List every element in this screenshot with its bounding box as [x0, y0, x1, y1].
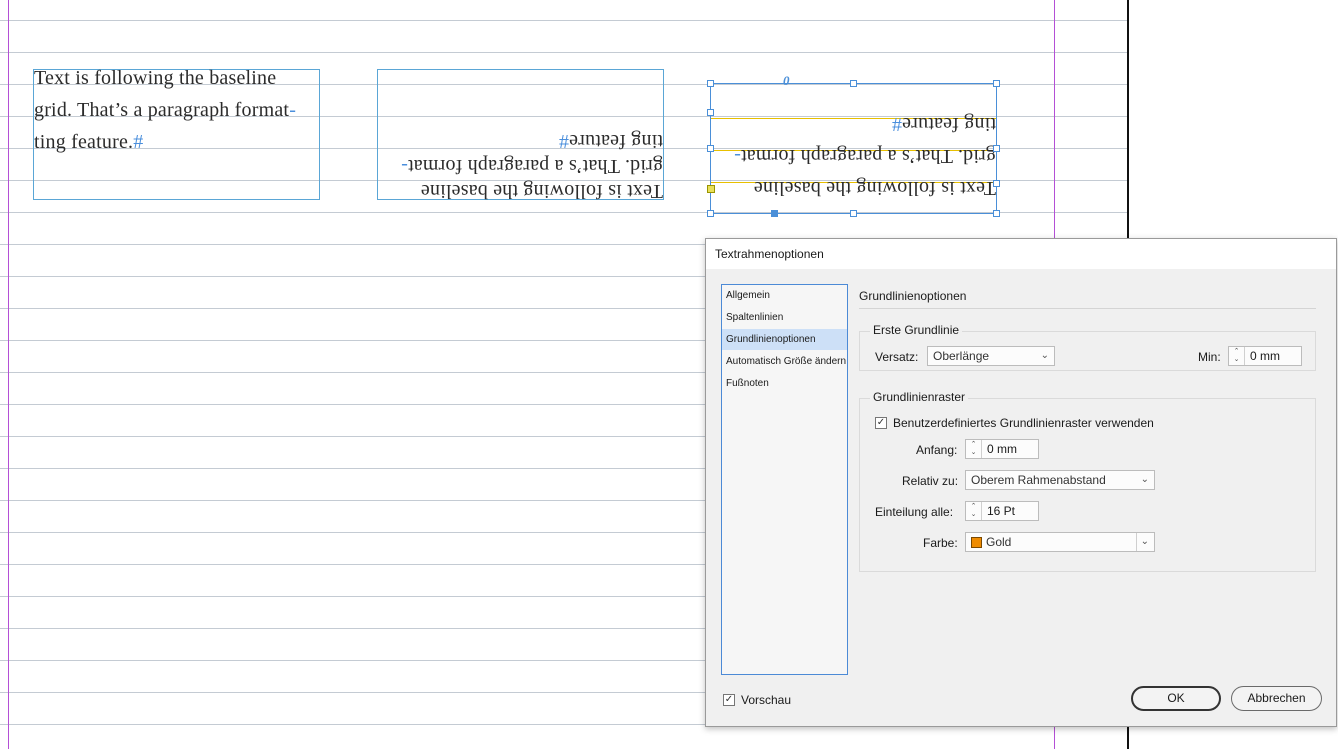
handle-bottom-right[interactable] — [993, 210, 1000, 217]
center-anchor-handle[interactable] — [771, 210, 778, 217]
handle-middle-right[interactable] — [993, 145, 1000, 152]
first-baseline-group-label: Erste Grundlinie — [870, 323, 963, 337]
frame-selected-line-3-text: ting feature — [901, 113, 996, 135]
handle-top-center[interactable] — [850, 80, 857, 87]
color-select[interactable]: Gold ⌄ — [965, 532, 1155, 552]
dialog-nav-list: Allgemein Spaltenlinien Grundlinienoptio… — [721, 284, 848, 675]
nav-item-grundlinienoptionen[interactable]: Grundlinienoptionen — [722, 329, 847, 350]
frame-rotated-line-1: Text is following the baseline — [420, 180, 663, 202]
frame-rotated-line-2: grid. That’s a paragraph format- — [401, 154, 663, 177]
nav-item-fussnoten[interactable]: Fußnoten — [722, 373, 847, 394]
handle-middle-left[interactable] — [707, 145, 714, 152]
relative-select-value: Oberem Rahmenabstand — [971, 473, 1106, 487]
custom-grid-checkbox[interactable]: ✓ — [875, 417, 887, 429]
text-frame-normal[interactable]: Text is following the baseline grid. Tha… — [33, 67, 320, 200]
start-value: 0 mm — [987, 442, 1017, 456]
frame-normal-line-1: Text is following the baseline — [34, 67, 277, 89]
increment-label: Einteilung alle: — [875, 505, 954, 519]
min-value: 0 mm — [1250, 349, 1280, 363]
handle-top-left[interactable] — [707, 80, 714, 87]
stepper-arrows-icon[interactable]: ⌃ ⌄ — [966, 502, 982, 520]
dialog-title: Textrahmenoptionen — [715, 247, 824, 261]
preview-label[interactable]: Vorschau — [741, 693, 791, 707]
frame-rotated-line-3-text: ting feature — [568, 130, 663, 152]
end-of-story-marker: # — [891, 113, 902, 135]
color-swatch-icon — [971, 537, 982, 548]
text-frame-options-dialog: Textrahmenoptionen Allgemein Spaltenlini… — [705, 238, 1337, 727]
frame-selected-line-3: ting feature# — [892, 112, 996, 135]
frame-normal-line-2-text: grid. That’s a paragraph format — [34, 99, 290, 121]
offset-label: Versatz: — [875, 350, 919, 364]
frame-normal-line-3-text: ting feature. — [34, 131, 134, 153]
handle-bottom-left[interactable] — [707, 210, 714, 217]
relative-select[interactable]: Oberem Rahmenabstand ⌄ — [965, 470, 1155, 490]
ok-button[interactable]: OK — [1131, 686, 1221, 711]
stepper-arrows-icon[interactable]: ⌃ ⌄ — [1229, 347, 1245, 365]
nav-item-spaltenlinien[interactable]: Spaltenlinien — [722, 307, 847, 328]
nav-item-allgemein[interactable]: Allgemein — [722, 285, 847, 306]
frame-selected-line-1: Text is following the baseline — [753, 177, 996, 199]
frame-selected-line-2: grid. That’s a paragraph format- — [734, 144, 996, 167]
text-frame-rotated[interactable]: Text is following the baseline grid. Tha… — [377, 69, 664, 202]
offset-select-value: Oberlänge — [933, 349, 990, 363]
frame-normal-line-3: ting feature.# — [34, 131, 143, 154]
increment-field[interactable]: ⌃ ⌄ 16 Pt — [965, 501, 1039, 521]
left-margin-guide — [8, 0, 9, 749]
end-of-story-marker: # — [558, 130, 569, 152]
handle-top-right[interactable] — [993, 80, 1000, 87]
selected-rotated-text-block: Text is following the baseline grid. Tha… — [711, 84, 996, 213]
stepper-arrows-icon[interactable]: ⌃ ⌄ — [966, 440, 982, 458]
frame-rotated-line-3: ting feature# — [559, 129, 663, 152]
rotated-text-block: Text is following the baseline grid. Tha… — [378, 70, 663, 202]
dialog-titlebar[interactable]: Textrahmenoptionen — [706, 239, 1336, 269]
out-port-handle[interactable] — [993, 180, 1000, 187]
section-divider — [859, 308, 1316, 309]
chevron-down-icon: ⌄ — [1040, 350, 1049, 361]
hyphen-marker: - — [733, 145, 741, 167]
frame-selected-line-2-text: grid. That’s a paragraph format — [740, 145, 996, 167]
nav-item-automatisch-groesse[interactable]: Automatisch Größe ändern — [722, 351, 847, 372]
rotation-indicator-icon: 0 — [783, 73, 790, 88]
baseline-grid-group-label: Grundlinienraster — [870, 390, 969, 404]
section-title: Grundlinienoptionen — [859, 289, 967, 303]
cancel-button[interactable]: Abbrechen — [1231, 686, 1322, 711]
frame-rotated-line-2-text: grid. That’s a paragraph format — [407, 155, 663, 177]
min-label: Min: — [1198, 350, 1221, 364]
end-of-story-marker: # — [133, 131, 144, 153]
frame-normal-line-2: grid. That’s a paragraph format- — [34, 99, 296, 122]
chevron-down-icon: ⌄ — [1140, 474, 1149, 485]
hyphen-marker: - — [400, 155, 408, 177]
select-divider — [1136, 533, 1137, 551]
custom-grid-label[interactable]: Benutzerdefiniertes Grundlinienraster ve… — [893, 416, 1154, 430]
relative-label: Relativ zu: — [902, 474, 959, 488]
min-field[interactable]: ⌃ ⌄ 0 mm — [1228, 346, 1302, 366]
start-field[interactable]: ⌃ ⌄ 0 mm — [965, 439, 1039, 459]
chevron-down-icon: ⌄ — [1140, 536, 1149, 547]
color-select-value: Gold — [986, 535, 1012, 549]
color-label: Farbe: — [923, 536, 958, 550]
hyphen-marker: - — [289, 99, 297, 121]
preview-checkbox[interactable]: ✓ — [723, 694, 735, 706]
overset-indicator-icon[interactable] — [707, 185, 715, 193]
in-port-handle[interactable] — [707, 109, 714, 116]
start-label: Anfang: — [916, 443, 958, 457]
increment-value: 16 Pt — [987, 504, 1016, 518]
text-frame-selected[interactable]: Text is following the baseline grid. Tha… — [710, 83, 997, 214]
offset-select[interactable]: Oberlänge ⌄ — [927, 346, 1055, 366]
handle-bottom-center[interactable] — [850, 210, 857, 217]
